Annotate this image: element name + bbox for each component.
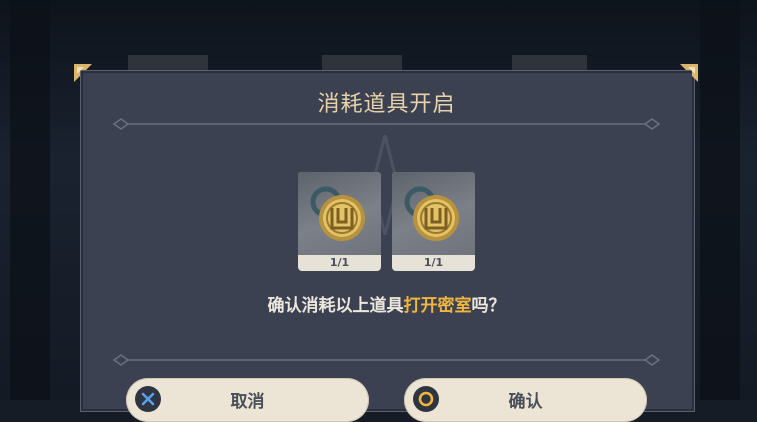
- confirm-button[interactable]: 确认: [404, 378, 647, 422]
- item-slot[interactable]: 1/1: [298, 172, 381, 271]
- item-slot[interactable]: 1/1: [392, 172, 475, 271]
- item-count: 1/1: [423, 256, 444, 269]
- cancel-button[interactable]: 取消: [126, 378, 369, 422]
- background-pillar: [10, 0, 50, 400]
- corner-ornament-icon: [678, 62, 700, 84]
- question-suffix: 吗？: [471, 296, 506, 316]
- corner-ornament-icon: [72, 62, 94, 84]
- question-highlight: 打开密室: [403, 296, 472, 316]
- divider-ornament: [110, 353, 663, 367]
- confirm-question: 确认消耗以上道具打开密室吗？: [80, 291, 693, 316]
- dialog-title: 消耗道具开启: [317, 92, 456, 117]
- divider-ornament: [110, 117, 663, 131]
- item-count: 1/1: [329, 256, 350, 269]
- background-pillar: [700, 0, 740, 400]
- question-prefix: 确认消耗以上道具: [267, 296, 404, 316]
- golden-key-medallion-icon: [392, 172, 475, 255]
- golden-key-medallion-icon: [298, 172, 381, 255]
